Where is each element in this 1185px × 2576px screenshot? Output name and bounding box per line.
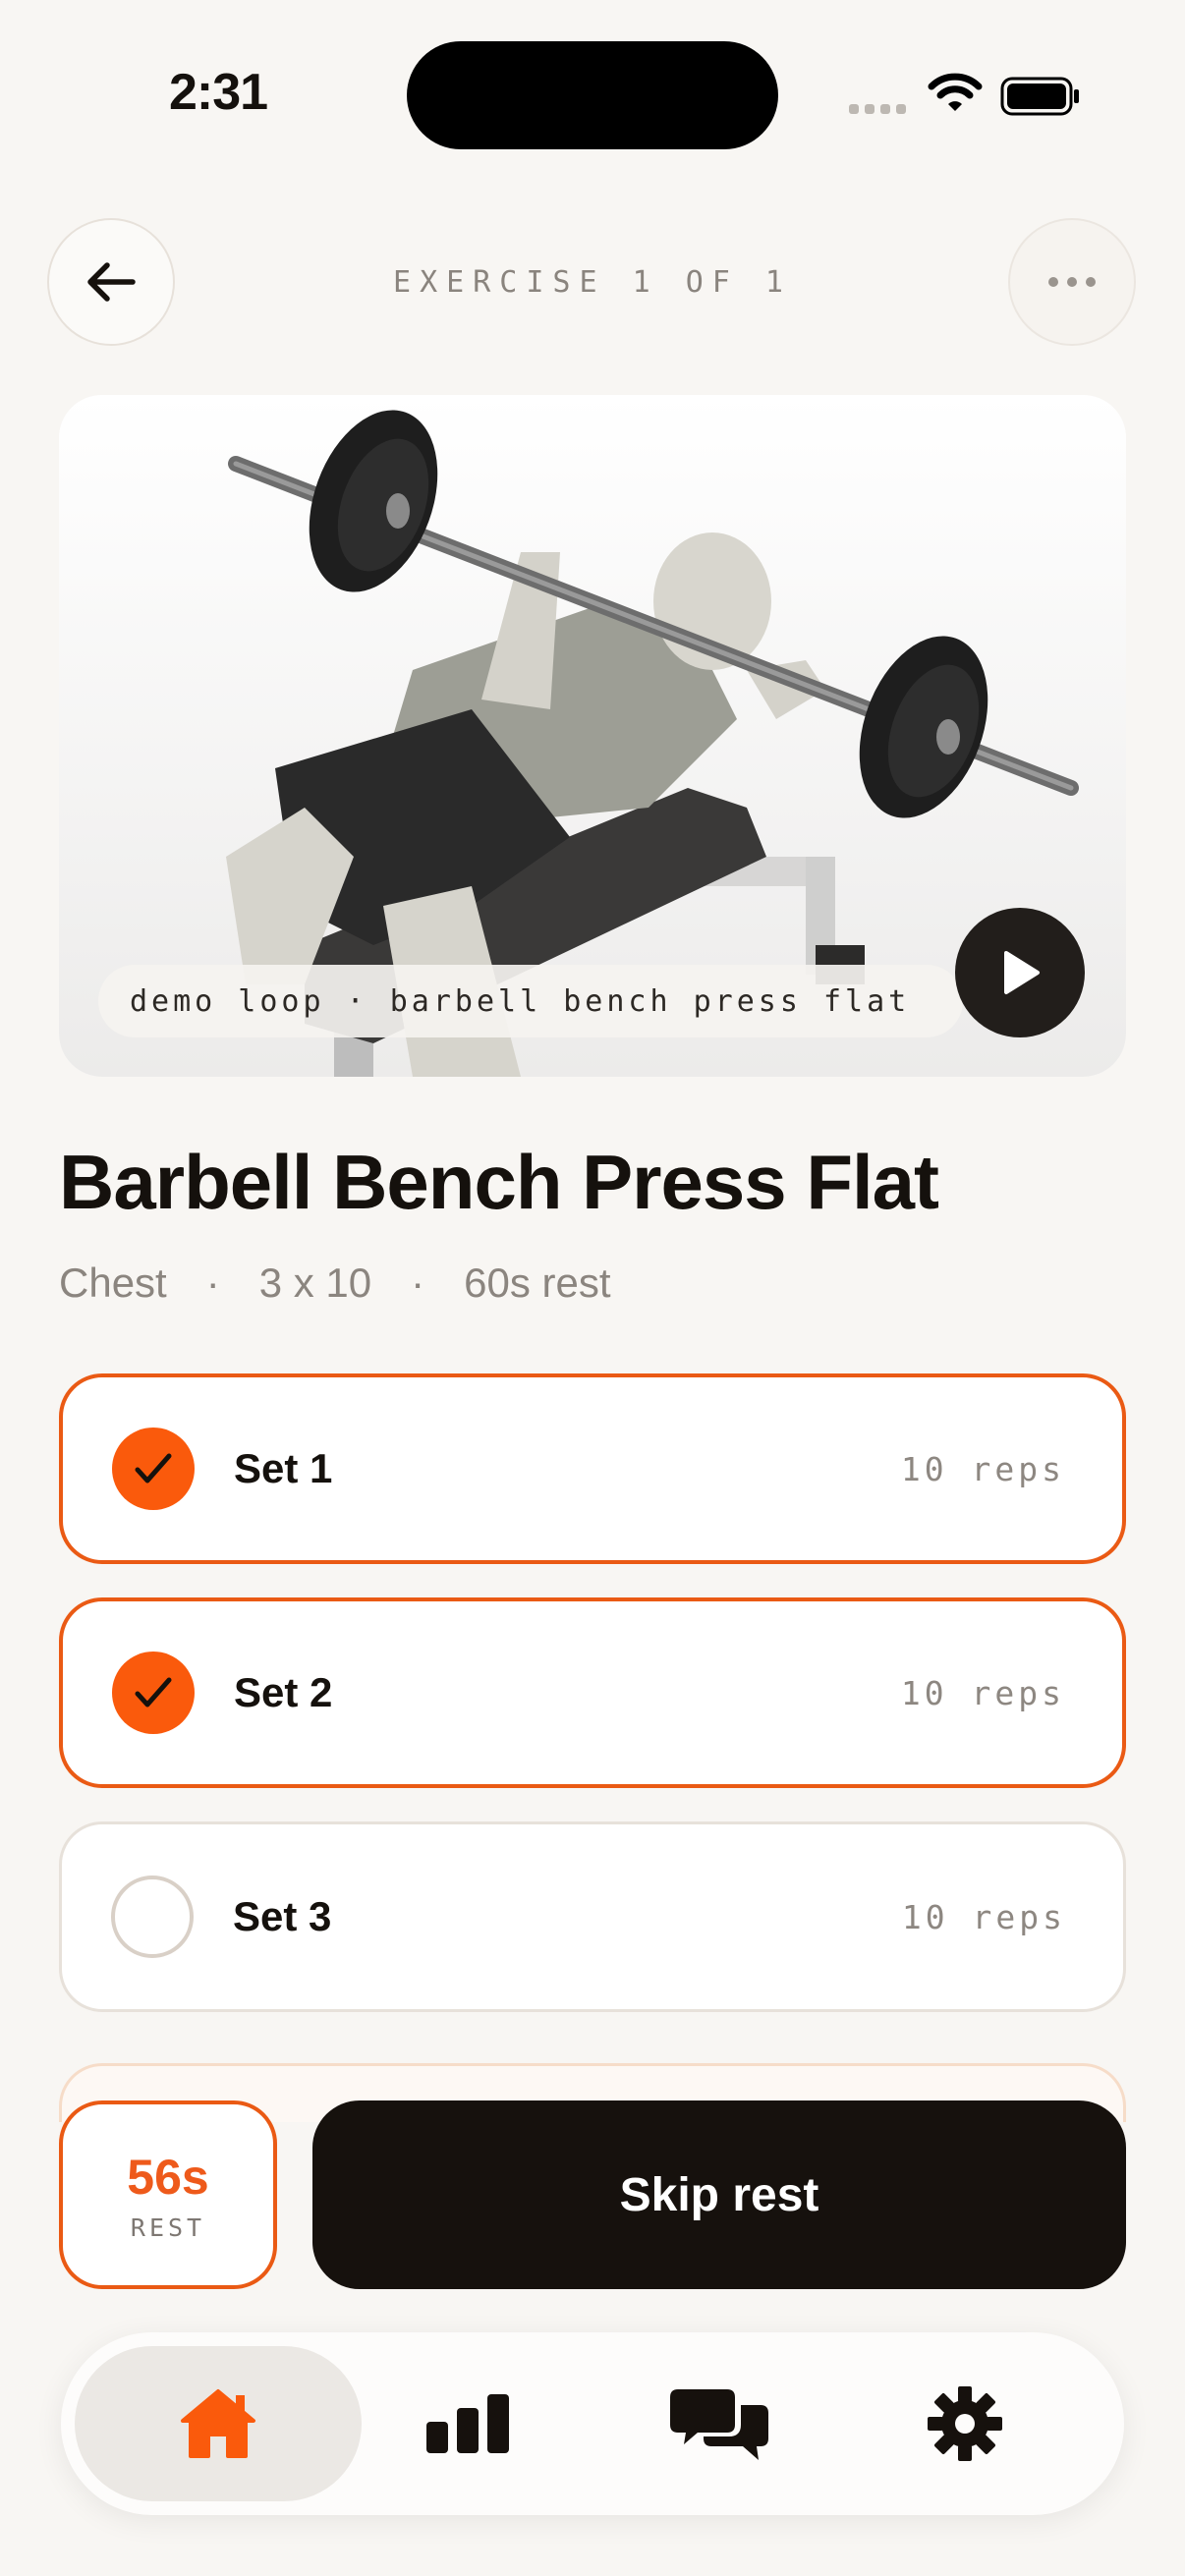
set-row[interactable]: Set 1 10 reps	[59, 1373, 1126, 1564]
meta-rest: 60s rest	[464, 1260, 611, 1306]
tab-settings[interactable]	[890, 2346, 1040, 2501]
set-checkbox[interactable]	[111, 1876, 194, 1958]
set-label: Set 2	[234, 1669, 333, 1715]
checkmark-icon	[135, 1677, 172, 1708]
battery-icon	[1000, 77, 1079, 116]
gear-icon	[928, 2386, 1002, 2461]
tab-home[interactable]	[75, 2346, 362, 2501]
cellular-signal-icon	[849, 104, 906, 114]
video-caption: demo loop · barbell bench press flat	[98, 965, 963, 1037]
more-dots-icon	[1048, 277, 1096, 287]
set-row[interactable]: Set 2 10 reps	[59, 1597, 1126, 1788]
play-icon	[1004, 951, 1040, 994]
more-options-button[interactable]	[1008, 218, 1136, 346]
set-reps: 10 reps	[900, 1673, 1065, 1712]
meta-separator: ·	[205, 1260, 220, 1306]
chat-icon	[670, 2389, 768, 2460]
set-row[interactable]: Set 3 10 reps	[59, 1821, 1126, 2012]
rest-timer: 56s REST	[59, 2100, 277, 2289]
checkmark-icon	[135, 1453, 172, 1484]
set-checkbox[interactable]	[112, 1428, 195, 1510]
set-reps: 10 reps	[900, 1449, 1065, 1488]
home-icon	[181, 2389, 255, 2458]
play-button[interactable]	[955, 908, 1085, 1037]
tab-stats[interactable]	[393, 2346, 542, 2501]
meta-scheme: 3 x 10	[258, 1260, 372, 1306]
status-time: 2:31	[169, 64, 268, 121]
meta-muscle: Chest	[59, 1260, 167, 1306]
wifi-icon	[928, 73, 983, 111]
rest-timer-label: REST	[130, 2212, 206, 2242]
meta-separator: ·	[411, 1260, 425, 1306]
rest-timer-value: 56s	[127, 2149, 209, 2205]
set-checkbox[interactable]	[112, 1652, 195, 1734]
tab-chat[interactable]	[645, 2346, 794, 2501]
set-label: Set 1	[234, 1445, 333, 1491]
skip-rest-button[interactable]: Skip rest	[312, 2100, 1126, 2289]
set-reps: 10 reps	[901, 1897, 1066, 1936]
exercise-meta: Chest · 3 x 10 · 60s rest	[59, 1260, 611, 1307]
bar-chart-icon	[426, 2394, 509, 2453]
exercise-title: Barbell Bench Press Flat	[59, 1139, 939, 1225]
dynamic-island	[407, 41, 778, 149]
set-label: Set 3	[233, 1893, 332, 1939]
